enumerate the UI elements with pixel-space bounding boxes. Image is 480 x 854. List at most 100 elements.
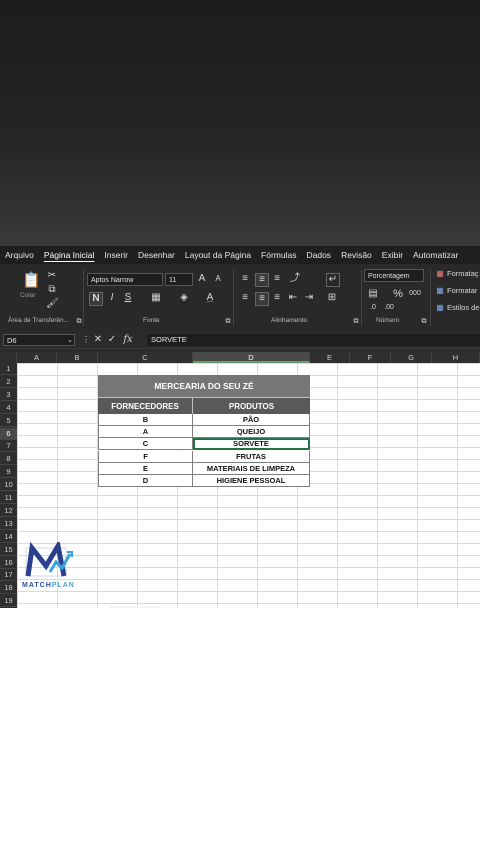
wrap-text-icon[interactable]: ↵: [326, 273, 340, 287]
row-header[interactable]: 11: [0, 492, 17, 504]
align-right-icon[interactable]: ≡: [271, 292, 283, 304]
table-cell-produto[interactable]: MATERIAIS DE LIMPEZA: [193, 462, 310, 475]
table-header-fornecedores[interactable]: FORNECEDORES: [98, 397, 193, 414]
merge-center-icon[interactable]: ⊞: [326, 292, 338, 304]
comma-style-icon[interactable]: 000: [409, 288, 421, 300]
bold-icon[interactable]: N: [89, 292, 103, 306]
cell-styles-label[interactable]: Estilos de: [447, 303, 480, 312]
ribbon-tab[interactable]: Página Inicial: [39, 250, 100, 260]
font-size-combo[interactable]: 11: [165, 273, 193, 286]
align-left-icon[interactable]: ≡: [239, 292, 251, 304]
percent-icon[interactable]: %: [392, 288, 404, 300]
orientation-icon[interactable]: ⤴: [289, 273, 301, 285]
conditional-format-label[interactable]: Formataç: [447, 269, 479, 278]
row-header[interactable]: 15: [0, 544, 17, 556]
formula-input[interactable]: SORVETE: [147, 334, 480, 346]
cancel-icon[interactable]: ✕: [92, 334, 104, 346]
cut-icon[interactable]: ✂: [46, 270, 58, 282]
table-cell-fornecedor[interactable]: F: [98, 450, 193, 463]
align-bottom-icon[interactable]: ≡: [271, 273, 283, 285]
row-header[interactable]: 8: [0, 453, 17, 466]
font-color-icon[interactable]: A: [204, 292, 216, 304]
column-header[interactable]: C: [98, 352, 193, 363]
copy-icon[interactable]: ⧉: [46, 284, 58, 296]
row-header[interactable]: 17: [0, 569, 17, 582]
row-header[interactable]: 1: [0, 363, 17, 375]
namebox-dropdown-icon[interactable]: ⌄: [64, 335, 76, 347]
ribbon-tab[interactable]: Dados: [301, 250, 336, 260]
active-cell[interactable]: SORVETE: [193, 438, 310, 451]
more-options-icon[interactable]: ⋮: [80, 334, 92, 346]
column-header[interactable]: G: [391, 352, 432, 363]
row-header[interactable]: 14: [0, 531, 17, 543]
align-middle-icon[interactable]: ≡: [255, 273, 269, 287]
ribbon-tab[interactable]: Desenhar: [133, 250, 180, 260]
conditional-format-icon[interactable]: ▦: [434, 268, 446, 280]
row-header[interactable]: 13: [0, 518, 17, 530]
format-table-icon[interactable]: ▦: [434, 285, 446, 297]
table-cell-fornecedor[interactable]: A: [98, 426, 193, 439]
increase-decimal-icon[interactable]: .0: [367, 302, 379, 314]
font-name-combo[interactable]: Aptos Narrow: [87, 273, 163, 286]
row-header[interactable]: 9: [0, 466, 17, 479]
table-cell-produto[interactable]: FRUTAS: [193, 450, 310, 463]
ribbon-separator: [361, 270, 362, 326]
row-header[interactable]: 3: [0, 389, 17, 401]
ribbon-tab[interactable]: Automatizar: [408, 250, 463, 260]
ribbon-tab[interactable]: Arquivo: [0, 250, 39, 260]
table-cell-fornecedor[interactable]: C: [98, 438, 193, 451]
ribbon-tab[interactable]: Fórmulas: [256, 250, 301, 260]
row-header[interactable]: 12: [0, 505, 17, 517]
table-cell-produto[interactable]: PÃO: [193, 414, 310, 426]
ribbon-tab[interactable]: Layout da Página: [180, 250, 256, 260]
format-table-label[interactable]: Formatar: [447, 286, 477, 295]
table-cell-fornecedor[interactable]: E: [98, 462, 193, 475]
accounting-format-icon[interactable]: ▤: [367, 288, 379, 300]
table-title[interactable]: MERCEARIA DO SEU ZÉ: [98, 375, 310, 397]
cell-styles-icon[interactable]: ▦: [434, 302, 446, 314]
number-format-combo[interactable]: Porcentagem: [364, 269, 424, 282]
ribbon-tab[interactable]: Inserir: [99, 250, 133, 260]
ribbon-tab[interactable]: Exibir: [377, 250, 408, 260]
decrease-font-icon[interactable]: A: [212, 273, 224, 285]
ribbon-tab[interactable]: Revisão: [336, 250, 377, 260]
column-header[interactable]: E: [310, 352, 350, 363]
underline-icon[interactable]: S: [122, 292, 134, 304]
column-header[interactable]: B: [57, 352, 98, 363]
row-header[interactable]: 7: [0, 440, 17, 453]
decrease-indent-icon[interactable]: ⇤: [287, 292, 299, 304]
column-header-selected[interactable]: D: [193, 352, 310, 363]
column-header[interactable]: A: [17, 352, 57, 363]
select-all-corner[interactable]: [0, 352, 17, 363]
italic-icon[interactable]: I: [106, 292, 118, 304]
table-header-produtos[interactable]: PRODUTOS: [193, 397, 310, 414]
number-group-label: Número: [376, 317, 400, 324]
row-header[interactable]: 4: [0, 402, 17, 414]
table-cell-fornecedor[interactable]: B: [98, 414, 193, 426]
row-header[interactable]: 16: [0, 557, 17, 569]
column-header[interactable]: H: [432, 352, 480, 363]
row-header[interactable]: 6: [0, 427, 17, 440]
row-header[interactable]: 18: [0, 582, 17, 595]
align-center-icon[interactable]: ≡: [255, 292, 269, 306]
increase-indent-icon[interactable]: ⇥: [303, 292, 315, 304]
enter-icon[interactable]: ✓: [106, 334, 118, 346]
table-cell-fornecedor[interactable]: D: [98, 475, 193, 487]
decrease-decimal-icon[interactable]: .00: [383, 302, 395, 314]
row-header[interactable]: 2: [0, 376, 17, 388]
clipboard-group-label: Área de Transferên...: [8, 317, 70, 324]
insert-function-icon[interactable]: fx: [122, 334, 134, 346]
table-cell-produto[interactable]: QUEIJO: [193, 426, 310, 439]
paste-icon[interactable]: 📋: [22, 272, 41, 290]
column-header[interactable]: F: [350, 352, 391, 363]
borders-icon[interactable]: ▦: [150, 292, 162, 304]
table-cell-produto[interactable]: HIGIENE PESSOAL: [193, 475, 310, 487]
row-header[interactable]: 19: [0, 595, 17, 608]
row-header[interactable]: 5: [0, 415, 17, 427]
row-header[interactable]: 10: [0, 479, 17, 492]
fill-color-icon[interactable]: ◈: [178, 292, 190, 304]
align-top-icon[interactable]: ≡: [239, 273, 251, 285]
increase-font-icon[interactable]: A: [196, 273, 208, 285]
number-launcher-icon[interactable]: ⧉: [418, 316, 430, 328]
format-painter-icon[interactable]: 🖌: [46, 298, 59, 310]
